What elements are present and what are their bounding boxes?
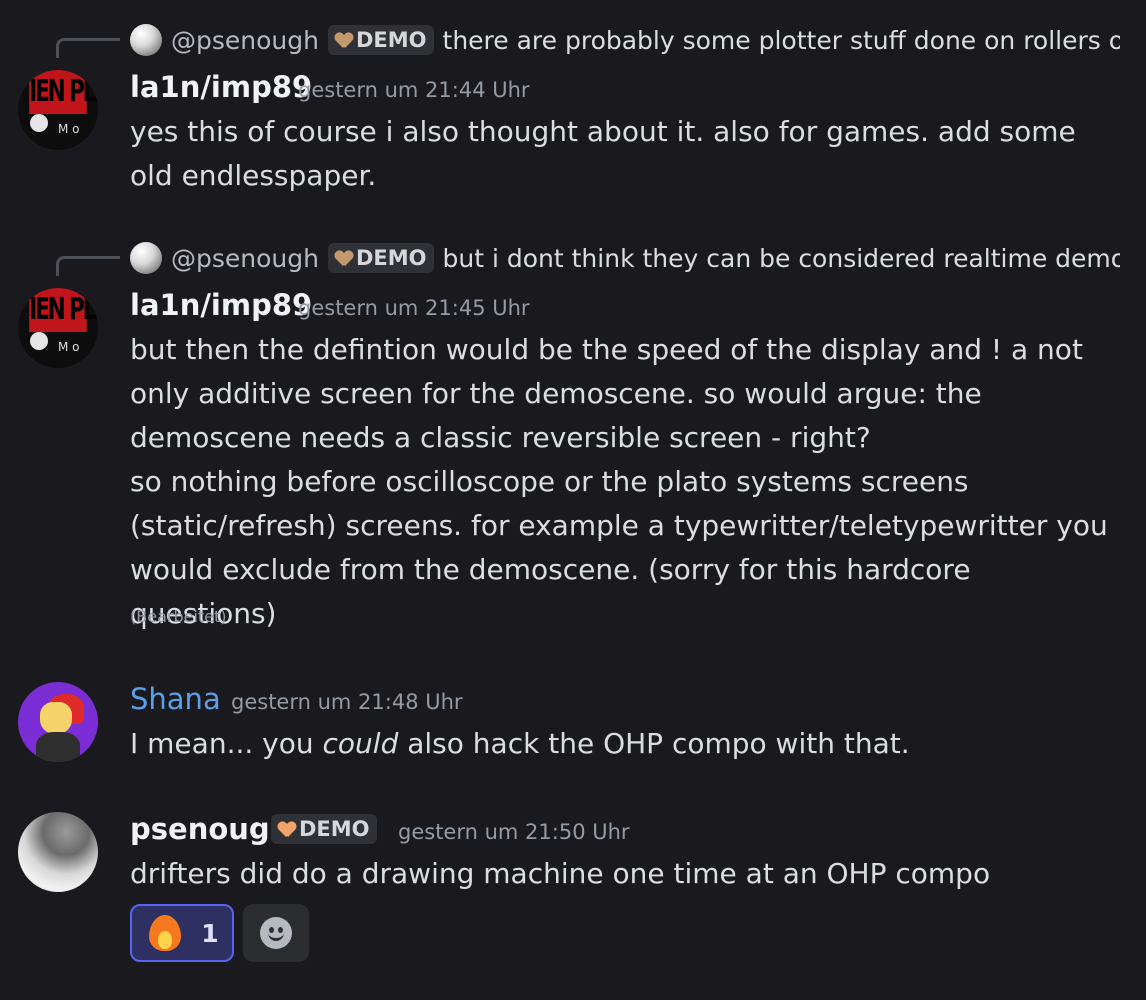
message-text: yes this of course i also thought about … xyxy=(130,115,1076,192)
tag-label: DEMO xyxy=(355,246,427,270)
author-name[interactable]: Shana xyxy=(130,682,221,716)
heart-icon xyxy=(278,822,295,837)
heart-icon xyxy=(335,251,352,266)
avatar-small-text: M o xyxy=(58,340,80,354)
message-line: so nothing before oscilloscope or the pl… xyxy=(130,465,1108,630)
reaction-fire[interactable]: 1 xyxy=(130,904,234,962)
text-part: also hack the OHP compo with that. xyxy=(398,727,910,760)
demo-tag: DEMO xyxy=(271,814,377,844)
smiley-icon xyxy=(260,917,292,949)
reply-spine xyxy=(56,256,120,276)
avatar-figure xyxy=(30,332,48,350)
reply-avatar xyxy=(130,242,162,274)
reply-preview[interactable]: @psenough DEMO there are probably some p… xyxy=(130,24,1120,56)
text-emphasis: could xyxy=(322,727,399,760)
avatar[interactable]: IEN PLA M o xyxy=(18,288,98,368)
reply-spine xyxy=(56,38,120,58)
tag-label: DEMO xyxy=(299,817,370,841)
tag-label: DEMO xyxy=(355,28,427,52)
author-name[interactable]: la1n/imp89 xyxy=(130,70,312,104)
avatar-text: IEN PLA xyxy=(29,288,98,332)
avatar[interactable] xyxy=(18,682,98,762)
avatar-small-text: M o xyxy=(58,122,80,136)
message-line: but then the defintion would be the spee… xyxy=(130,333,1083,454)
edited-label: (Bearbeitet) xyxy=(130,607,227,626)
author-name[interactable]: la1n/imp89 xyxy=(130,288,312,322)
timestamp: gestern um 21:50 Uhr xyxy=(398,820,630,844)
avatar-face xyxy=(40,702,72,734)
reaction-count: 1 xyxy=(201,918,219,948)
timestamp: gestern um 21:44 Uhr xyxy=(298,78,530,102)
reply-username[interactable]: @psenough xyxy=(171,244,319,273)
text-part: I mean... you xyxy=(130,727,323,760)
reply-text: but i dont think they can be considered … xyxy=(442,243,1120,273)
timestamp: gestern um 21:45 Uhr xyxy=(298,296,530,320)
avatar[interactable] xyxy=(18,812,98,892)
reply-text: there are probably some plotter stuff do… xyxy=(442,25,1120,55)
add-reaction-button[interactable] xyxy=(243,904,309,962)
avatar[interactable]: IEN PLA M o xyxy=(18,70,98,150)
timestamp: gestern um 21:48 Uhr xyxy=(231,690,463,714)
avatar-text: IEN PLA xyxy=(29,70,98,114)
demo-tag: DEMO xyxy=(327,25,434,55)
author-name[interactable]: psenough xyxy=(130,812,290,846)
heart-icon xyxy=(335,33,352,48)
demo-tag: DEMO xyxy=(327,243,434,273)
avatar-figure xyxy=(30,114,48,132)
reply-username[interactable]: @psenough xyxy=(171,26,319,55)
fire-icon xyxy=(145,913,185,953)
message-text: I mean... you could also hack the OHP co… xyxy=(130,722,1120,766)
avatar-body xyxy=(36,732,80,762)
reply-preview[interactable]: @psenough DEMO but i dont think they can… xyxy=(130,242,1120,274)
message-text: but then the defintion would be the spee… xyxy=(130,328,1120,636)
message-text: drifters did do a drawing machine one ti… xyxy=(130,857,991,890)
reply-avatar xyxy=(130,24,162,56)
